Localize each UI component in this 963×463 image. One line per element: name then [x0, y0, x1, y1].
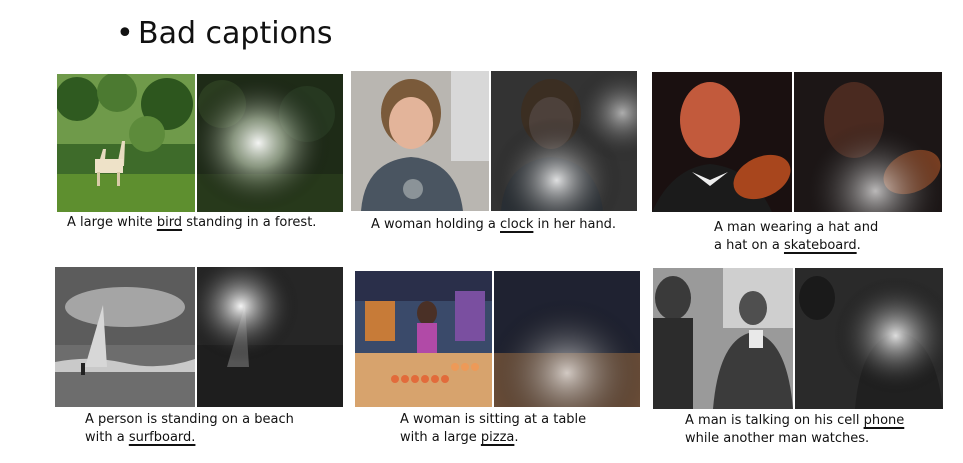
panel-market	[355, 271, 640, 407]
caption-error-word: clock	[500, 217, 534, 232]
caption-error-word: surfboard.	[128, 430, 196, 445]
panel-phone	[653, 268, 943, 409]
caption-giraffe: A large white bird standing in a forest.	[67, 214, 316, 232]
photo-phone	[653, 268, 793, 409]
attention-map-violinist	[794, 72, 942, 212]
attention-map-woman	[491, 71, 637, 211]
caption-text: a hat on a	[714, 238, 784, 253]
caption-windsurfer: A person is standing on a beach with a s…	[85, 411, 294, 447]
caption-woman-clock: A woman holding a clock in her hand.	[371, 216, 616, 234]
photo-violinist	[652, 72, 792, 212]
panel-woman-clock	[351, 71, 637, 211]
slide-title-text: Bad captions	[138, 16, 333, 51]
caption-text: A man wearing a hat and	[714, 220, 879, 235]
caption-text: in her hand.	[533, 217, 617, 232]
caption-text: with a	[85, 430, 129, 445]
caption-text: A person is standing on a beach	[85, 412, 294, 427]
attention-map-phone	[795, 268, 943, 409]
panel-giraffe	[57, 74, 343, 212]
slide-title: • Bad captions	[116, 14, 333, 54]
caption-text: .	[856, 238, 861, 253]
photo-market	[355, 271, 492, 407]
caption-text: standing in a forest.	[182, 215, 317, 230]
attention-map-windsurfer	[197, 267, 343, 407]
photo-windsurfer	[55, 267, 195, 407]
attention-map-giraffe	[197, 74, 343, 212]
attention-map-market	[494, 271, 640, 407]
caption-error-word: skateboard	[783, 238, 857, 253]
bullet-icon: •	[116, 16, 134, 51]
caption-text: .	[514, 430, 519, 445]
caption-text: while another man watches.	[685, 431, 870, 446]
slide: • Bad captions A large white bird standi…	[0, 0, 963, 463]
caption-text: with a large	[400, 430, 481, 445]
caption-error-word: pizza	[480, 430, 515, 445]
caption-text: A large white	[67, 215, 157, 230]
caption-error-word: bird	[156, 215, 183, 230]
photo-woman	[351, 71, 489, 211]
panel-windsurfer	[55, 267, 343, 407]
caption-violinist: A man wearing a hat and a hat on a skate…	[714, 219, 878, 255]
caption-text: A man is talking on his cell	[685, 413, 864, 428]
caption-market: A woman is sitting at a table with a lar…	[400, 411, 586, 447]
panel-violinist	[652, 72, 942, 212]
caption-text: A woman is sitting at a table	[400, 412, 587, 427]
caption-error-word: phone	[863, 413, 905, 428]
caption-phone: A man is talking on his cell phone while…	[685, 412, 904, 448]
photo-giraffe	[57, 74, 195, 212]
caption-text: A woman holding a	[371, 217, 501, 232]
